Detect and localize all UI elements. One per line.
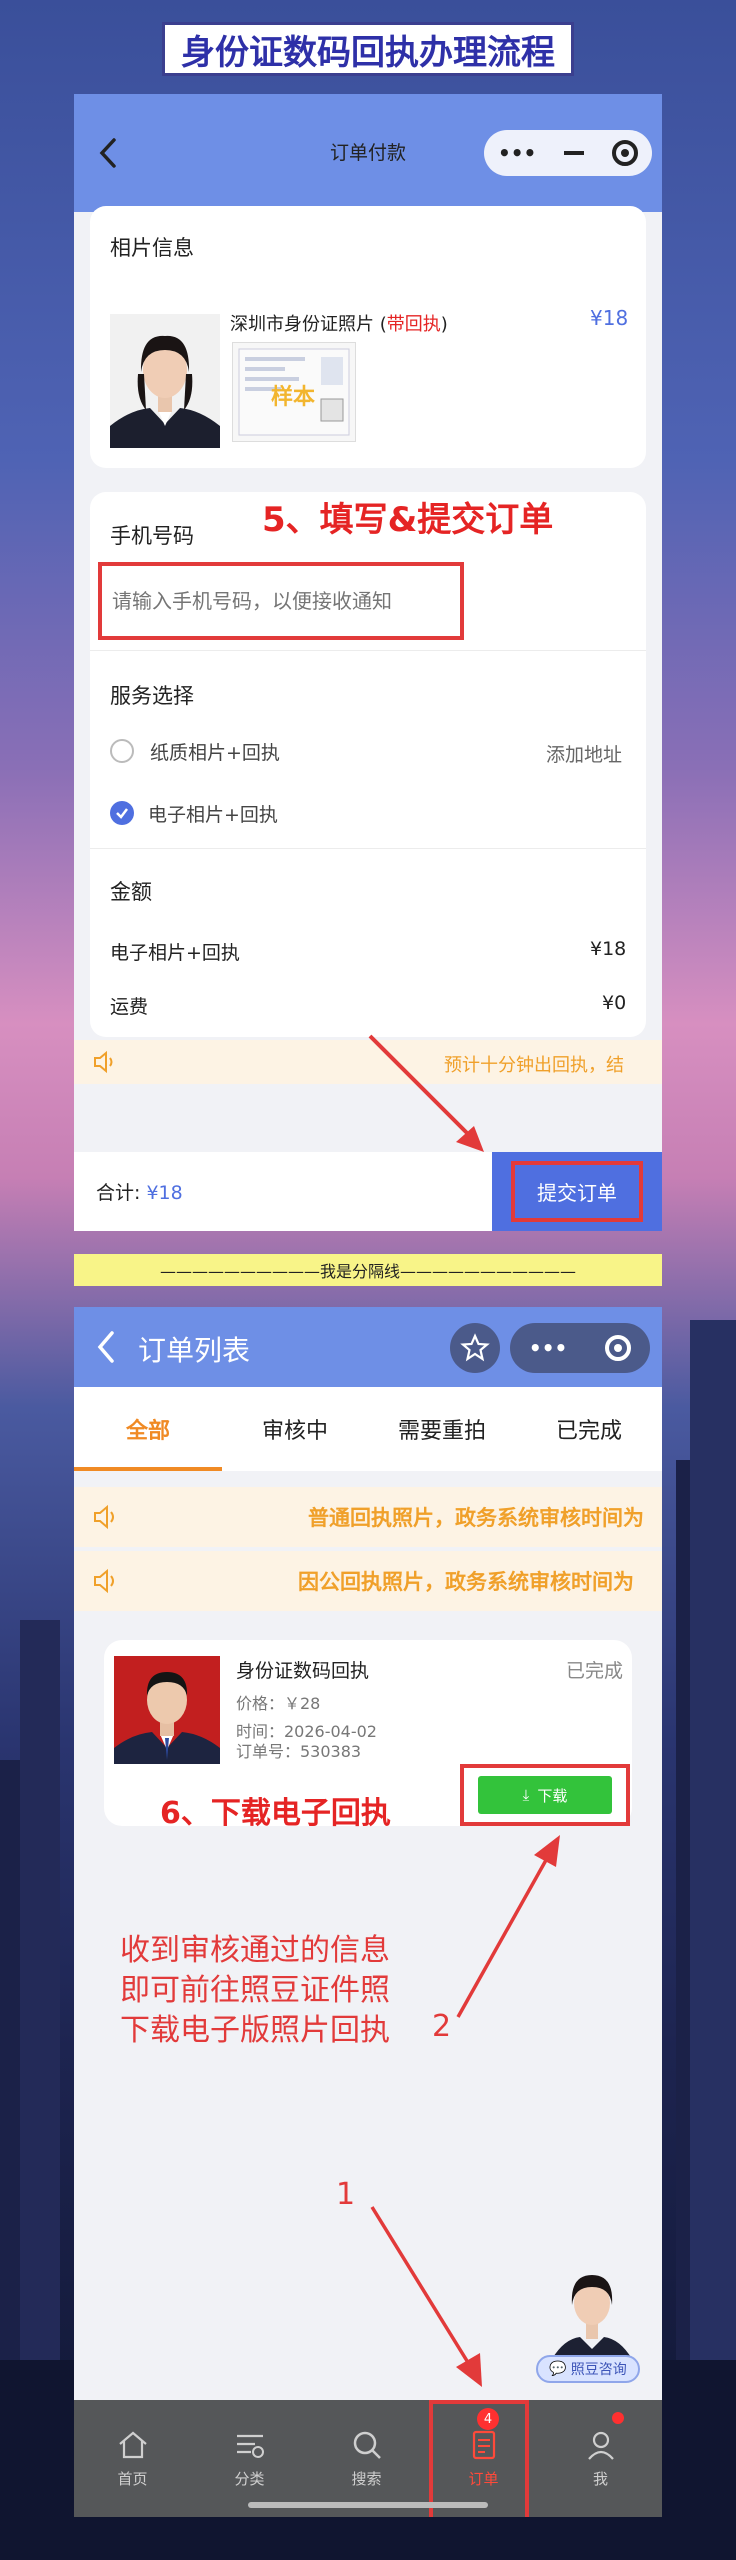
amount-row-label: 运费 — [110, 996, 149, 1018]
order-price: 价格：￥28 — [236, 1694, 321, 1713]
home-icon — [118, 2431, 147, 2459]
order-number: 订单号：530383 — [236, 1742, 362, 1761]
order-photo-thumbnail — [114, 1656, 220, 1764]
search-icon — [353, 2431, 381, 2459]
submit-order-button[interactable]: 提交订单 — [492, 1152, 662, 1231]
service-option-paper[interactable]: 纸质相片+回执 — [110, 736, 280, 766]
radio-checked-icon — [110, 801, 134, 825]
pointer-arrow — [368, 1034, 484, 1152]
tab-home[interactable]: 首页 — [74, 2400, 191, 2517]
instruction-text: 收到审核通过的信息 即可前往照豆证件照 下载电子版照片回执 — [120, 1931, 390, 2051]
receipt-tag: 带回执 — [386, 314, 441, 335]
notice-text: 普通回执照片，政务系统审核时间为 — [308, 1506, 644, 1530]
favorite-star-icon[interactable] — [450, 1323, 500, 1373]
speaker-icon — [94, 1568, 114, 1594]
phone-label: 手机号码 — [110, 524, 194, 548]
close-target-icon[interactable] — [612, 140, 639, 166]
tab-profile[interactable]: 我 — [542, 2400, 659, 2517]
order-form-card: 手机号码 5、填写&提交订单 服务选择 纸质相片+回执 添加地址 电子相片+回执… — [90, 492, 646, 1037]
navigation-bar: 订单列表 ••• — [74, 1307, 662, 1387]
amount-label: 金额 — [110, 880, 152, 904]
photo-section-title: 相片信息 — [110, 236, 194, 260]
active-tab-underline — [74, 1467, 222, 1471]
pointer-arrow — [370, 2206, 482, 2387]
product-name: 深圳市身份证照片 (带回执) — [230, 314, 448, 335]
step-marker-1: 1 — [336, 2177, 356, 2212]
download-button[interactable]: ⤓ 下载 — [478, 1776, 612, 1814]
bottom-tab-bar: 首页 分类 搜索 4 订单 我 — [74, 2400, 662, 2517]
divider-line — [90, 650, 646, 651]
back-icon[interactable] — [94, 136, 122, 170]
tab-category[interactable]: 分类 — [191, 2400, 308, 2517]
notice-text: 因公回执照片，政务系统审核时间为 — [298, 1570, 634, 1594]
tab-all[interactable]: 全部 — [74, 1387, 222, 1471]
order-list-screen: 订单列表 ••• 全部 审核中 需要重拍 已完成 普通回执照片，政务系统审核时间… — [74, 1307, 662, 2517]
service-option-label: 电子相片+回执 — [148, 803, 278, 826]
product-price: ¥18 — [590, 306, 629, 330]
minimize-icon[interactable] — [564, 151, 585, 155]
step6-annotation: 6、下载电子回执 — [160, 1796, 391, 1831]
total-summary: 合计: ¥18 — [96, 1182, 183, 1204]
close-target-icon[interactable] — [605, 1335, 632, 1361]
notice-bar: 普通回执照片，政务系统审核时间为 — [74, 1487, 662, 1547]
back-icon[interactable] — [94, 1329, 118, 1369]
order-count-badge: 4 — [477, 2408, 499, 2430]
separator-banner: ——————————我是分隔线——————————— — [74, 1254, 662, 1286]
tab-reviewing[interactable]: 审核中 — [222, 1387, 368, 1471]
profile-icon — [587, 2431, 614, 2460]
divider-line — [90, 848, 646, 849]
consult-widget[interactable]: 💬 照豆咨询 — [536, 2259, 646, 2389]
photo-info-card: 相片信息 深圳市身份证照片 (带回执) ¥18 样本 — [90, 206, 646, 468]
step-marker-2: 2 — [432, 2009, 452, 2044]
step5-annotation: 5、填写&提交订单 — [262, 500, 554, 540]
chat-icon: 💬 — [549, 2361, 567, 2377]
sample-watermark: 样本 — [271, 385, 316, 410]
tab-orders[interactable]: 4 订单 — [425, 2400, 542, 2517]
notice-bar: 因公回执照片，政务系统审核时间为 — [74, 1551, 662, 1611]
add-address-link[interactable]: 添加地址 — [546, 740, 622, 767]
guide-title-banner: 身份证数码回执办理流程 — [162, 22, 574, 76]
pointer-arrow — [456, 1835, 560, 2018]
order-status: 已完成 — [566, 1660, 624, 1682]
id-photo-thumbnail — [110, 314, 220, 448]
instruction-line: 下载电子版照片回执 — [120, 2013, 390, 2048]
amount-row-value: ¥0 — [602, 992, 627, 1014]
submit-highlight: 提交订单 — [511, 1161, 643, 1222]
mini-program-capsule: ••• — [484, 130, 652, 176]
page-title: 订单列表 — [138, 1334, 251, 1367]
speaker-icon — [94, 1504, 114, 1530]
notification-dot — [612, 2412, 624, 2424]
download-icon: ⤓ — [522, 1786, 530, 1804]
amount-row-label: 电子相片+回执 — [110, 942, 240, 964]
consultant-avatar — [552, 2275, 632, 2359]
page-title: 订单付款 — [329, 142, 406, 164]
phone-input[interactable] — [110, 576, 450, 626]
tab-completed[interactable]: 已完成 — [516, 1387, 662, 1471]
tab-retake[interactable]: 需要重拍 — [368, 1387, 516, 1471]
mini-program-capsule: ••• — [510, 1323, 650, 1373]
navigation-bar: 订单付款 ••• — [74, 94, 662, 212]
more-icon[interactable]: ••• — [529, 1336, 567, 1360]
receipt-sample-image: 样本 — [232, 342, 356, 442]
order-status-tabs: 全部 审核中 需要重拍 已完成 — [74, 1387, 662, 1471]
instruction-line: 收到审核通过的信息 — [120, 1933, 390, 1968]
instruction-line: 即可前往照豆证件照 — [120, 1973, 390, 2008]
service-option-electronic[interactable]: 电子相片+回执 — [110, 798, 278, 828]
home-indicator — [248, 2502, 488, 2508]
more-icon[interactable]: ••• — [498, 141, 536, 165]
total-amount: ¥18 — [146, 1182, 183, 1204]
consult-button[interactable]: 💬 照豆咨询 — [536, 2355, 640, 2383]
speaker-icon — [92, 1050, 118, 1078]
order-title: 身份证数码回执 — [236, 1660, 370, 1682]
service-option-label: 纸质相片+回执 — [150, 741, 280, 764]
tab-search[interactable]: 搜索 — [308, 2400, 425, 2517]
radio-unchecked-icon — [110, 739, 134, 763]
service-label: 服务选择 — [110, 684, 194, 708]
amount-row-value: ¥18 — [590, 938, 627, 960]
category-icon — [236, 2434, 264, 2458]
order-card[interactable]: 身份证数码回执 已完成 价格：￥28 时间：2026-04-02 订单号：530… — [104, 1640, 632, 1831]
